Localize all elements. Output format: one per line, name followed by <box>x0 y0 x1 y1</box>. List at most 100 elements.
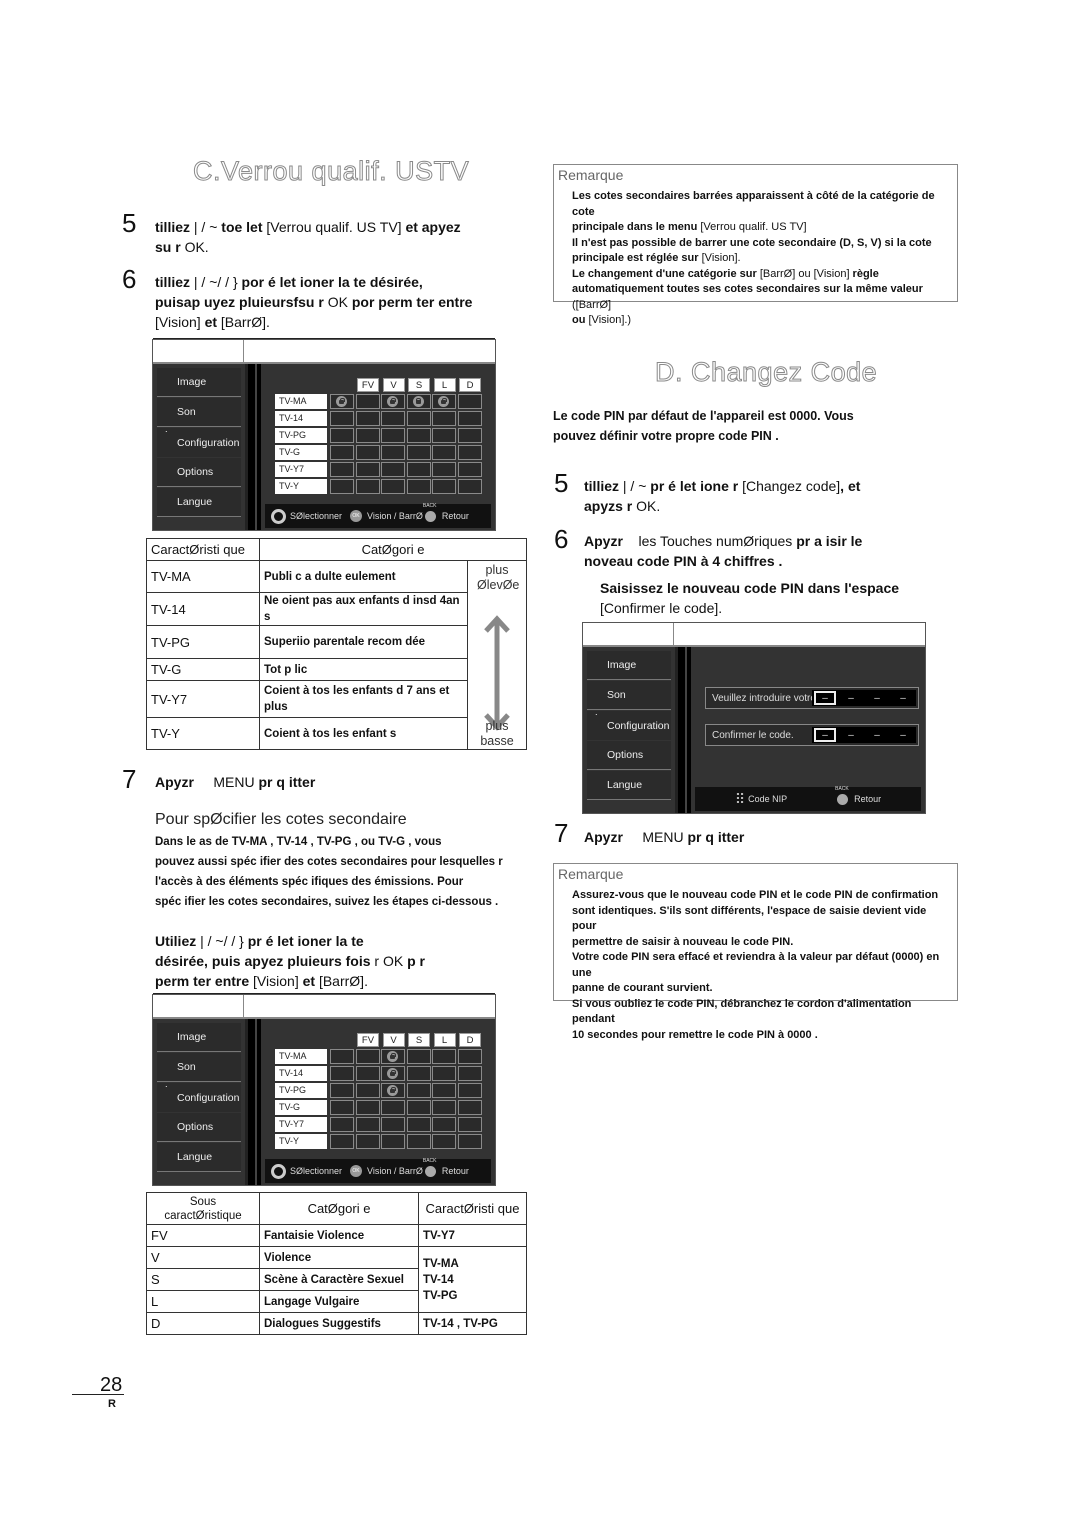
grid-cell[interactable] <box>355 428 380 443</box>
menu-item-configuration[interactable]: Configuration <box>157 428 241 457</box>
grid-cell[interactable] <box>457 411 482 426</box>
grid-cell[interactable] <box>355 1049 380 1064</box>
grid-cell[interactable] <box>381 394 405 409</box>
code-digit-slot[interactable]: – <box>892 730 914 741</box>
menu-item-image[interactable]: Image <box>587 651 671 680</box>
grid-cell[interactable] <box>457 1100 482 1115</box>
grid-cell[interactable] <box>406 1066 431 1081</box>
grid-cell[interactable] <box>406 1134 431 1149</box>
grid-cell[interactable] <box>432 394 456 409</box>
menu-item-langue[interactable]: Langue <box>157 488 241 517</box>
grid-cell[interactable] <box>355 1066 380 1081</box>
grid-cell[interactable] <box>432 428 456 443</box>
grid-cell[interactable] <box>355 479 380 494</box>
grid-cell[interactable] <box>355 1100 380 1115</box>
menu-item-image[interactable]: Image <box>157 1023 241 1052</box>
grid-cell[interactable] <box>330 445 354 460</box>
menu-item-son[interactable]: Son <box>157 398 241 427</box>
grid-cell[interactable] <box>432 1066 456 1081</box>
grid-cell[interactable] <box>381 1049 405 1064</box>
grid-cell[interactable] <box>355 445 380 460</box>
grid-cell[interactable] <box>457 479 482 494</box>
grid-cell[interactable] <box>457 1083 482 1098</box>
menu-item-image[interactable]: Image <box>157 368 241 397</box>
grid-cell[interactable] <box>406 394 431 409</box>
grid-cell[interactable] <box>381 445 405 460</box>
menu-item-options[interactable]: Options <box>587 741 671 770</box>
grid-cell[interactable] <box>406 1117 431 1132</box>
grid-cell[interactable] <box>355 1134 380 1149</box>
grid-cell[interactable] <box>330 1117 354 1132</box>
grid-cell[interactable] <box>432 445 456 460</box>
menu-item-options[interactable]: Options <box>157 1113 241 1142</box>
grid-cell[interactable] <box>355 462 380 477</box>
grid-cell[interactable] <box>457 428 482 443</box>
grid-cell[interactable] <box>330 1066 354 1081</box>
grid-cell[interactable] <box>330 1100 354 1115</box>
grid-cell[interactable] <box>406 428 431 443</box>
grid-cell[interactable] <box>406 1049 431 1064</box>
grid-cell[interactable] <box>381 411 405 426</box>
code-digit-slot[interactable]: – <box>814 691 836 705</box>
grid-cell[interactable] <box>330 1049 354 1064</box>
sub-code: FV <box>146 1224 260 1247</box>
grid-cell[interactable] <box>406 479 431 494</box>
grid-cell[interactable] <box>432 1083 456 1098</box>
grid-cell[interactable] <box>381 1083 405 1098</box>
menu-item-configuration[interactable]: Configuration <box>587 711 671 740</box>
menu-item-configuration[interactable]: Configuration <box>157 1083 241 1112</box>
remark-ref: [Vision]. <box>701 252 741 264</box>
grid-cell[interactable] <box>432 411 456 426</box>
menu-item-options[interactable]: Options <box>157 458 241 487</box>
grid-cell[interactable] <box>330 1083 354 1098</box>
grid-cell[interactable] <box>432 462 456 477</box>
grid-cell[interactable] <box>432 1049 456 1064</box>
grid-cell[interactable] <box>432 1117 456 1132</box>
menu-item-son[interactable]: Son <box>587 681 671 710</box>
confirm-code-field[interactable]: Confirmer le code. – – – – <box>705 724 919 746</box>
grid-cell[interactable] <box>330 394 354 409</box>
grid-cell[interactable] <box>355 411 380 426</box>
code-digit-slot[interactable]: – <box>840 693 862 704</box>
grid-cell[interactable] <box>355 394 380 409</box>
code-digit-slot[interactable]: – <box>840 730 862 741</box>
grid-cell[interactable] <box>457 1134 482 1149</box>
menu-item-son[interactable]: Son <box>157 1053 241 1082</box>
grid-cell[interactable] <box>330 411 354 426</box>
grid-cell[interactable] <box>355 1117 380 1132</box>
enter-code-field[interactable]: Veuillez introduire votre code. – – – – <box>705 687 919 709</box>
grid-cell[interactable] <box>330 428 354 443</box>
grid-cell[interactable] <box>406 1083 431 1098</box>
grid-cell[interactable] <box>457 394 482 409</box>
grid-cell[interactable] <box>432 1100 456 1115</box>
grid-cell[interactable] <box>457 1066 482 1081</box>
code-digit-slot[interactable]: – <box>866 730 888 741</box>
grid-cell[interactable] <box>381 1134 405 1149</box>
grid-cell[interactable] <box>432 479 456 494</box>
grid-cell[interactable] <box>457 462 482 477</box>
grid-cell[interactable] <box>381 1100 405 1115</box>
grid-cell[interactable] <box>330 462 354 477</box>
grid-cell[interactable] <box>330 1134 354 1149</box>
grid-cell[interactable] <box>381 1066 405 1081</box>
menu-item-langue[interactable]: Langue <box>157 1143 241 1172</box>
grid-cell[interactable] <box>381 1117 405 1132</box>
grid-cell[interactable] <box>432 1134 456 1149</box>
grid-cell[interactable] <box>330 479 354 494</box>
grid-cell[interactable] <box>381 479 405 494</box>
grid-cell[interactable] <box>457 1049 482 1064</box>
grid-cell[interactable] <box>381 462 405 477</box>
divider <box>72 1394 124 1395</box>
grid-cell[interactable] <box>457 1117 482 1132</box>
grid-cell[interactable] <box>406 1100 431 1115</box>
menu-item-langue[interactable]: Langue <box>587 771 671 800</box>
grid-cell[interactable] <box>381 428 405 443</box>
grid-cell[interactable] <box>406 411 431 426</box>
code-digit-slot[interactable]: – <box>814 728 836 742</box>
grid-cell[interactable] <box>406 462 431 477</box>
code-digit-slot[interactable]: – <box>892 693 914 704</box>
grid-cell[interactable] <box>355 1083 380 1098</box>
code-digit-slot[interactable]: – <box>866 693 888 704</box>
grid-cell[interactable] <box>457 445 482 460</box>
grid-cell[interactable] <box>406 445 431 460</box>
